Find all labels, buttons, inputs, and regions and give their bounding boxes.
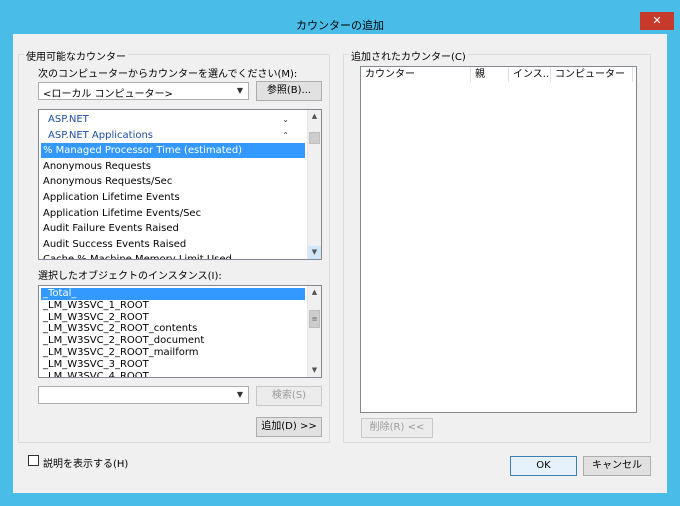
window-title: カウンターの追加 (296, 19, 384, 32)
chevron-down-icon[interactable]: ▼ (233, 84, 247, 98)
counter-item-label: Anonymous Requests (43, 160, 151, 172)
instance-item[interactable]: _LM_W3SVC_1_ROOT (41, 300, 305, 312)
instance-item-label: _LM_W3SVC_1_ROOT (43, 299, 149, 311)
instances-listbox[interactable]: _Total_ _LM_W3SVC_1_ROOT _LM_W3SVC_2_ROOT _… (38, 285, 322, 378)
chevron-up-icon[interactable]: ⌃ (282, 128, 289, 143)
instance-item-label: _LM_W3SVC_2_ROOT (43, 311, 149, 323)
instance-item-label: _LM_W3SVC_3_ROOT (43, 358, 149, 370)
counter-item-label: Anonymous Requests/Sec (43, 176, 173, 188)
added-counters-label: 追加されたカウンター(C) (349, 48, 468, 63)
scrollbar-thumb[interactable] (309, 132, 320, 144)
counter-item[interactable]: % Managed Processor Time (estimated) (41, 143, 305, 159)
scroll-down-icon[interactable]: ▼ (308, 246, 321, 259)
computer-combobox[interactable]: <ローカル コンピューター> ▼ (38, 82, 249, 100)
counter-item[interactable]: Cache % Machine Memory Limit Used (41, 252, 305, 260)
instance-item-label: _LM_W3SVC_2_ROOT_document (43, 335, 205, 347)
instances-label: 選択したオブジェクトのインスタンス(I): (38, 271, 222, 282)
scroll-up-icon[interactable]: ▲ (308, 110, 321, 123)
add-counters-dialog: カウンターの追加 ✕ 使用可能なカウンター 次のコンピューターからカウンターを選… (0, 0, 680, 506)
column-header[interactable]: インス... (509, 67, 551, 82)
instance-item[interactable]: _LM_W3SVC_2_ROOT_document (41, 335, 305, 347)
search-button[interactable]: 検索(S) (256, 386, 322, 406)
counter-item[interactable]: Audit Failure Events Raised (41, 221, 305, 236)
chevron-down-icon[interactable]: ⌄ (282, 112, 289, 127)
column-header[interactable]: 親 (471, 67, 509, 82)
browse-button[interactable]: 参照(B)... (256, 81, 322, 101)
counter-item[interactable]: Audit Success Events Raised (41, 237, 305, 252)
counter-item-label: % Managed Processor Time (estimated) (43, 145, 243, 157)
scrollbar-thumb[interactable]: ≡ (309, 310, 320, 328)
available-counters-label: 使用可能なカウンター (24, 48, 128, 63)
counter-item-label: ASP.NET (48, 114, 89, 125)
select-computer-label: 次のコンピューターからカウンターを選んでください(M): (38, 69, 298, 80)
instance-item-label: _LM_W3SVC_4_ROOT (43, 370, 149, 378)
counter-item[interactable]: Application Lifetime Events/Sec (41, 206, 305, 221)
counter-category[interactable]: ASP.NET Applications ⌃ (41, 128, 305, 143)
computer-combobox-value: <ローカル コンピューター> (43, 89, 173, 100)
instance-item-label: _LM_W3SVC_2_ROOT_mailform (43, 347, 199, 358)
close-button[interactable]: ✕ (640, 12, 674, 30)
counter-item-label: Application Lifetime Events/Sec (43, 207, 202, 219)
column-header[interactable]: カウンター (361, 67, 471, 82)
remove-button[interactable]: 削除(R) << (361, 418, 433, 438)
instance-item[interactable]: _LM_W3SVC_2_ROOT_contents (41, 323, 305, 335)
counter-item-label: ASP.NET Applications (48, 129, 154, 141)
counter-category[interactable]: ASP.NET ⌄ (41, 112, 305, 127)
instance-item[interactable]: _LM_W3SVC_2_ROOT_mailform (41, 347, 305, 359)
counter-item-label: Application Lifetime Events (43, 192, 180, 203)
scroll-down-icon[interactable]: ▼ (308, 364, 321, 377)
instance-item-label: _Total_ (43, 288, 77, 299)
counter-item-label: Audit Failure Events Raised (43, 223, 179, 235)
counter-item[interactable]: Application Lifetime Events (41, 190, 305, 205)
counter-listbox[interactable]: ASP.NET ⌄ ASP.NET Applications ⌃ % Managed P… (38, 109, 322, 260)
show-description-label: 説明を表示する(H) (43, 459, 129, 470)
counter-list-scrollbar[interactable]: ▲ ▼ (307, 110, 321, 259)
instance-item[interactable]: _Total_ (41, 288, 305, 300)
counter-item-label: Cache % Machine Memory Limit Used (43, 254, 232, 260)
counter-item[interactable]: Anonymous Requests/Sec (41, 174, 305, 189)
ok-button[interactable]: OK (510, 456, 577, 476)
close-icon: ✕ (652, 14, 662, 27)
added-counters-list[interactable]: カウンター親インス... コンピューター (360, 66, 637, 413)
instances-scrollbar[interactable]: ▲ ≡ ▼ (307, 286, 321, 377)
cancel-button[interactable]: キャンセル (583, 456, 651, 476)
instance-item[interactable]: _LM_W3SVC_3_ROOT (41, 359, 305, 371)
dialog-client-area: 使用可能なカウンター 次のコンピューターからカウンターを選んでください(M): … (13, 34, 667, 493)
instance-item[interactable]: _LM_W3SVC_4_ROOT (41, 370, 305, 378)
instance-item[interactable]: _LM_W3SVC_2_ROOT (41, 312, 305, 324)
add-button[interactable]: 追加(D) >> (256, 417, 322, 437)
show-description-checkbox[interactable] (28, 455, 39, 466)
counter-item[interactable]: Anonymous Requests (41, 159, 305, 174)
chevron-down-icon[interactable]: ▼ (233, 388, 247, 402)
counter-item-label: Audit Success Events Raised (43, 238, 187, 250)
scroll-up-icon[interactable]: ▲ (308, 286, 321, 299)
column-header[interactable]: コンピューター (551, 67, 633, 82)
instance-item-label: _LM_W3SVC_2_ROOT_contents (43, 323, 198, 335)
title-bar[interactable]: カウンターの追加 ✕ (0, 0, 680, 34)
instance-search-combobox[interactable]: ▼ (38, 386, 249, 404)
